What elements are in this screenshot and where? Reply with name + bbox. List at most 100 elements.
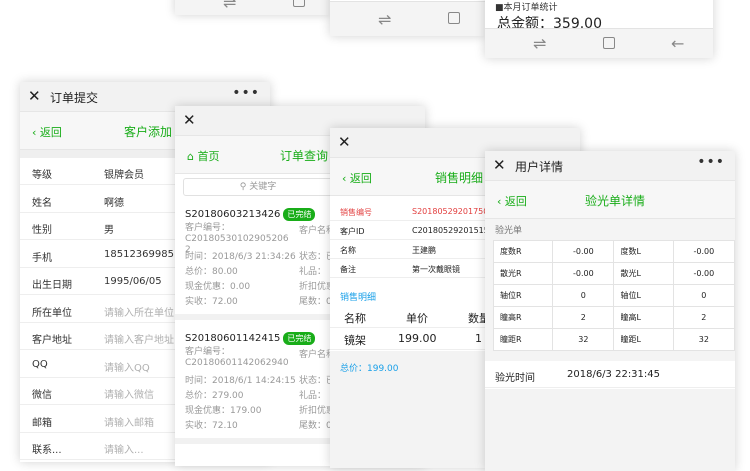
grid-label: 度数R xyxy=(492,240,554,263)
field-value[interactable]: 银牌会员 xyxy=(104,166,144,181)
home-nav-icon[interactable] xyxy=(293,0,305,7)
back-button[interactable]: ‹ 返回 xyxy=(32,124,62,140)
grid-value: -0.00 xyxy=(552,240,615,263)
field-label: 邮箱 xyxy=(32,417,52,429)
info-label: 名称 xyxy=(340,246,356,255)
bg-card-2: ⇌ xyxy=(330,0,485,36)
order-time: 时间：2018/6/3 21:34:26 xyxy=(185,252,296,262)
grid-row: 度数R -0.00 度数L -0.00 xyxy=(492,240,735,263)
field-label: 客户地址 xyxy=(32,335,72,346)
android-nav-bar: ⇌ xyxy=(175,0,330,15)
field-input[interactable]: 请输入QQ xyxy=(104,359,150,374)
cash-discount: 现金优惠：0.00 xyxy=(185,282,251,292)
page-subtitle: 销售明细 xyxy=(435,171,484,185)
back-label: 返回 xyxy=(504,195,527,208)
customer-id: 客户编号：C20180601142062940 xyxy=(185,347,289,368)
field-value[interactable]: 18512369985 xyxy=(104,249,174,260)
field-input[interactable]: 请输入微信 xyxy=(104,386,154,401)
close-icon[interactable]: ✕ xyxy=(338,133,351,151)
more-icon[interactable]: ••• xyxy=(697,154,725,170)
time-label: 验光时间 xyxy=(495,373,535,384)
header-price: 单价 xyxy=(406,312,428,325)
section-title: 销售明细 xyxy=(340,293,377,303)
home-nav-icon[interactable] xyxy=(603,37,615,49)
search-icon: ⚲ xyxy=(239,182,247,192)
stats-header: ■本月订单统计 xyxy=(495,3,558,13)
close-icon[interactable]: ✕ xyxy=(183,111,196,129)
field-label: 等级 xyxy=(32,170,52,181)
grid-row: 瞳高R 2 瞳高L 2 xyxy=(492,306,735,329)
field-label: 出生日期 xyxy=(32,280,72,291)
android-nav-bar: ⇌ xyxy=(330,1,485,36)
field-label: 姓名 xyxy=(32,197,52,209)
item-qty: 1 xyxy=(475,332,482,345)
field-input[interactable]: 请输入所在单位 xyxy=(104,304,174,319)
back-label: 返回 xyxy=(39,126,62,139)
grid-label: 瞳高L xyxy=(613,306,674,329)
search-placeholder: 关键字 xyxy=(249,182,277,192)
back-button[interactable]: ‹ 返回 xyxy=(342,170,372,186)
status-badge: 已完结 xyxy=(283,208,316,221)
order-total: 总价：279.00 xyxy=(185,391,244,401)
page-title: 订单提交 xyxy=(50,91,99,105)
info-value: 第一次戴眼镜 xyxy=(412,265,460,274)
home-nav-icon[interactable] xyxy=(448,12,460,24)
info-value: 王建鹏 xyxy=(412,246,436,255)
grid-label: 度数L xyxy=(613,240,674,263)
info-value: C201805292015150 xyxy=(412,226,494,235)
grid-value: -0.00 xyxy=(672,262,735,285)
info-label: 备注 xyxy=(340,265,356,274)
grid-value: 2 xyxy=(552,306,615,329)
back-button[interactable]: ‹ 返回 xyxy=(497,193,527,209)
field-label: 联系... xyxy=(32,445,62,456)
field-value[interactable]: 1995/06/05 xyxy=(104,276,162,287)
field-label: 性别 xyxy=(32,225,52,236)
back-arrow-nav-icon[interactable]: ← xyxy=(671,34,684,53)
grid-label: 轴位R xyxy=(492,284,554,307)
info-value: S20180529201750 xyxy=(412,207,489,216)
more-icon[interactable]: ••• xyxy=(232,85,260,101)
back-nav-icon[interactable]: ⇌ xyxy=(223,0,236,12)
field-value[interactable]: 啊德 xyxy=(104,194,124,209)
order-gift: 礼品： xyxy=(299,391,327,401)
item-name: 镜架 xyxy=(344,334,366,347)
order-time: 时间：2018/6/1 14:24:15 xyxy=(185,376,296,386)
status-badge: 已完结 xyxy=(283,332,316,345)
home-icon: ⌂ xyxy=(187,150,194,163)
order-id: S20180603213426 xyxy=(185,209,281,220)
field-label: 微信 xyxy=(32,390,52,401)
tail-amount: 尾数：0 xyxy=(299,297,332,307)
home-button[interactable]: ⌂ 首页 xyxy=(187,148,219,164)
field-input[interactable]: 请输入邮箱 xyxy=(104,414,154,429)
grid-value: 0 xyxy=(672,284,735,307)
grid-value: 2 xyxy=(672,306,735,329)
time-row: 验光时间 2018/6/3 22:31:45 xyxy=(485,362,735,388)
bg-card-stats: ■本月订单统计 总金额：359.00 ⇌ ← xyxy=(485,0,713,58)
order-id: S20180601142415 xyxy=(185,333,281,344)
field-input[interactable]: 请输入... xyxy=(104,441,144,456)
recent-nav-icon[interactable]: ⇌ xyxy=(378,10,391,29)
order-total: 总价：80.00 xyxy=(185,267,238,277)
android-nav-bar: ⇌ ← xyxy=(485,28,713,58)
field-label: 所在单位 xyxy=(32,307,72,319)
grid-label: 散光L xyxy=(613,262,674,285)
close-icon[interactable]: ✕ xyxy=(28,87,41,105)
grid-label: 瞳距R xyxy=(492,328,554,351)
grid-label: 轴位L xyxy=(613,284,674,307)
page-title: 用户详情 xyxy=(515,160,564,174)
page-subtitle: 订单查询 xyxy=(280,149,329,163)
search-box[interactable]: ⚲ 关键字 xyxy=(183,178,333,196)
field-input[interactable]: 请输入客户地址 xyxy=(104,331,174,346)
page-subtitle: 验光单详情 xyxy=(585,194,646,208)
recent-nav-icon[interactable]: ⇌ xyxy=(533,34,546,53)
sales-total: 总价：199.00 xyxy=(340,364,399,374)
field-value[interactable]: 男 xyxy=(104,221,114,236)
gray-gap xyxy=(485,389,735,471)
grid-label: 散光R xyxy=(492,262,554,285)
title-bar: ✕ 用户详情 ••• xyxy=(485,151,735,181)
bg-card-1: ⇌ xyxy=(175,0,330,15)
grid-row: 散光R -0.00 散光L -0.00 xyxy=(492,262,735,285)
paid-amount: 实收：72.10 xyxy=(185,421,238,431)
close-icon[interactable]: ✕ xyxy=(493,156,506,174)
time-value: 2018/6/3 22:31:45 xyxy=(567,369,661,380)
